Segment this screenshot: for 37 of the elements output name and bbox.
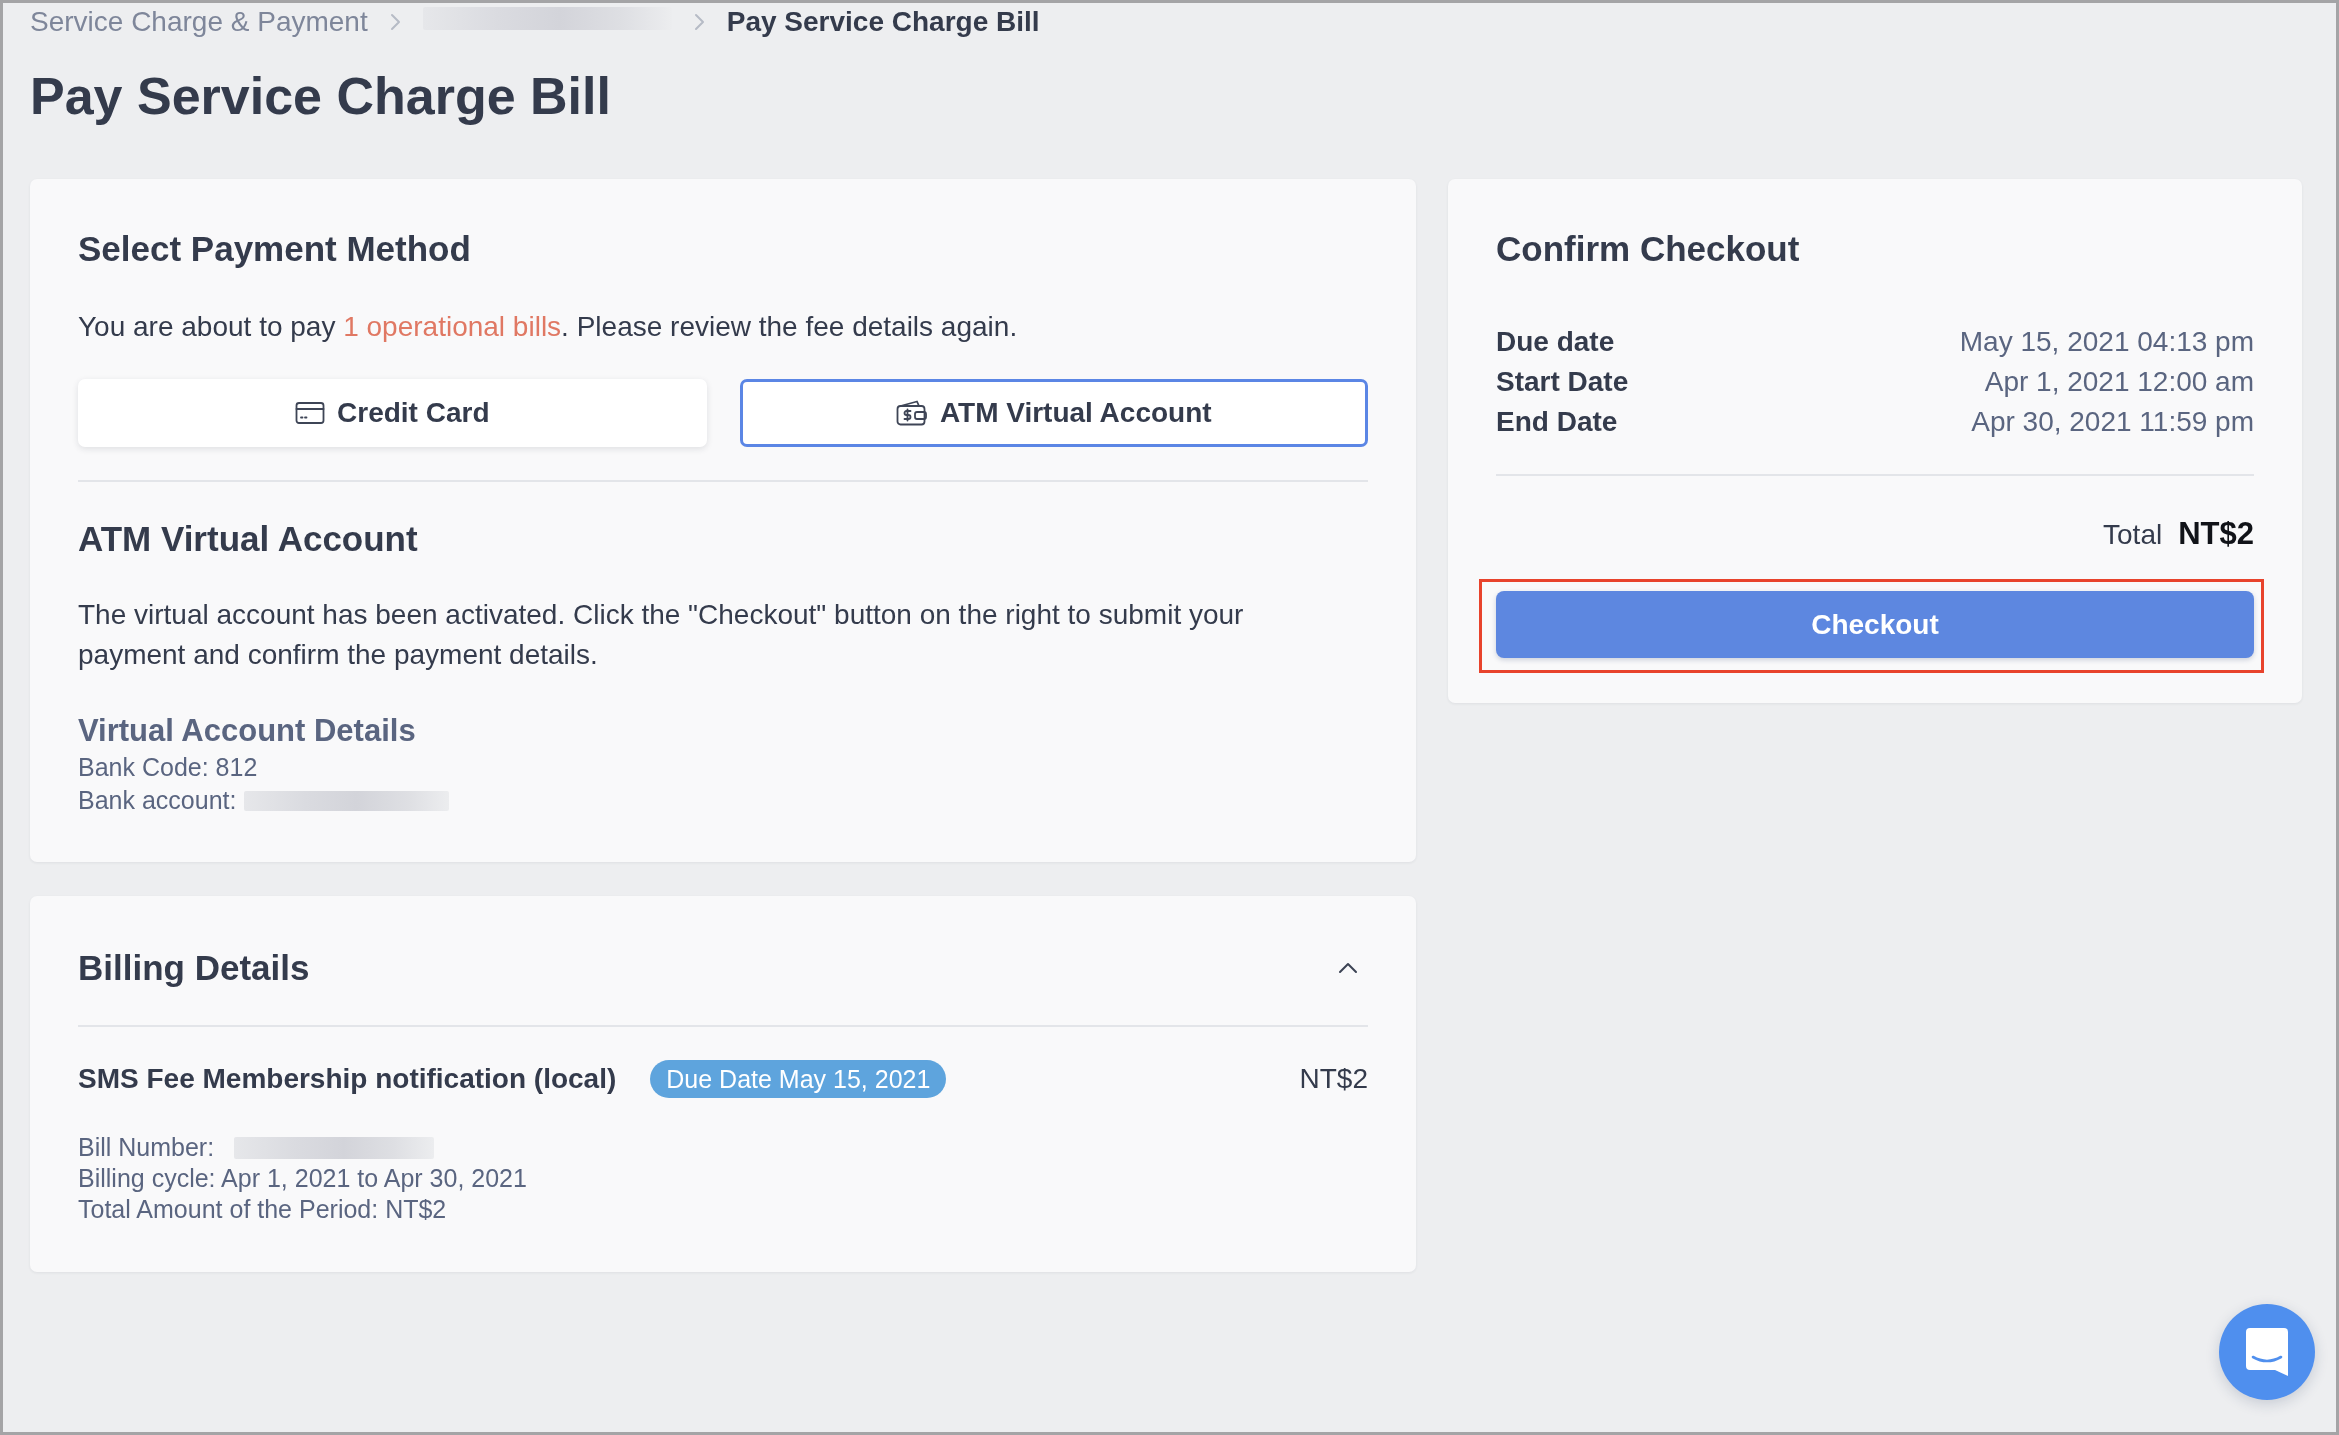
breadcrumb-link[interactable]: Service Charge & Payment — [30, 6, 368, 38]
credit-card-icon — [295, 401, 325, 425]
row-label: Start Date — [1496, 365, 1629, 399]
detail-text: Bank account: — [78, 785, 237, 816]
bill-name: SMS Fee Membership notification (local) — [78, 1063, 617, 1095]
section-heading: ATM Virtual Account — [78, 518, 419, 560]
bill-detail-text: Bill Number: — [78, 1132, 215, 1163]
chat-button[interactable] — [2219, 1304, 2315, 1400]
intro-text: You are about to pay 1 operational bills. Please review the fee details again. — [78, 310, 1019, 344]
bills-link[interactable]: 1 operational bills — [343, 311, 562, 342]
page-title: Pay Service Charge Bill — [30, 66, 612, 126]
chevron-right-icon — [389, 13, 401, 31]
total-amount: NT$2 — [2178, 515, 2254, 553]
row-label: End Date — [1496, 405, 1618, 439]
due-date-badge: Due Date May 15, 2021 — [650, 1060, 947, 1098]
payment-method-tab[interactable]: ATM Virtual Account — [739, 379, 1368, 447]
bill-amount: NT$2 — [1299, 1063, 1368, 1095]
total-label: Total — [2103, 518, 2163, 552]
details-heading: Virtual Account Details — [78, 712, 417, 750]
section-heading: Billing Details — [78, 947, 310, 989]
row-value: May 15, 2021 04:13 pm — [1959, 325, 2254, 359]
detail-text: Bank Code: 812 — [78, 752, 258, 783]
chevron-up-icon[interactable] — [1338, 962, 1358, 974]
instruction-text: The virtual account has been activated. Click the "Checkout" button on the right to submit your payment and confirm the payment details. — [78, 598, 1245, 672]
payment-method-tab[interactable]: Credit Card — [78, 379, 707, 447]
bill-detail-text: Total Amount of the Period: NT$2 — [78, 1194, 447, 1225]
current-page-label: Pay Service Charge Bill — [726, 6, 1040, 38]
section-heading: Confirm Checkout — [1496, 228, 1801, 270]
row-value: Apr 1, 2021 12:00 am — [1984, 365, 2254, 399]
section-heading: Select Payment Method — [78, 228, 472, 270]
wallet-icon — [895, 400, 928, 426]
chevron-right-icon — [693, 13, 705, 31]
row-label: Due date — [1496, 325, 1615, 359]
checkout-button[interactable]: Checkout — [1496, 591, 2254, 658]
row-value: Apr 30, 2021 11:59 pm — [1971, 405, 2254, 439]
chat-bubble-icon — [2246, 1328, 2288, 1376]
bill-detail-text: Billing cycle: Apr 1, 2021 to Apr 30, 2021 — [78, 1163, 527, 1194]
